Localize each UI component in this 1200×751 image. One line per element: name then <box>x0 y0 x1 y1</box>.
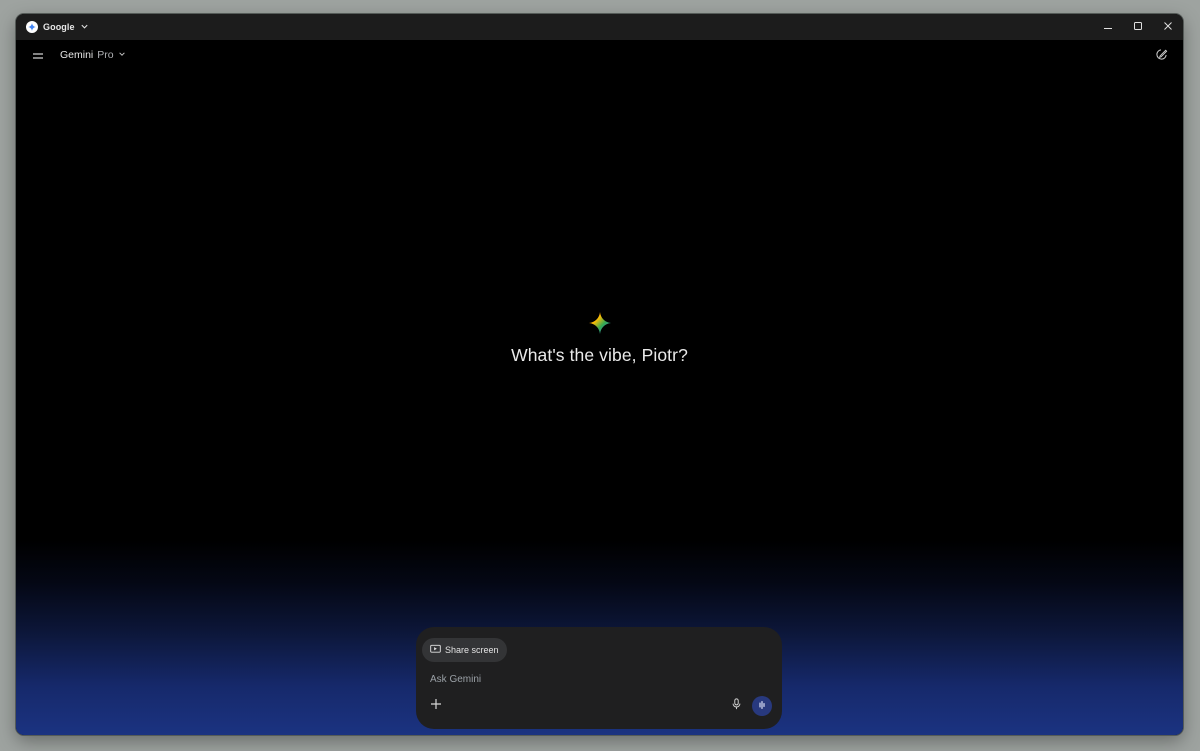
menu-icon <box>32 48 44 66</box>
prompt-composer: Share screen <box>416 627 782 729</box>
chevron-down-icon <box>80 18 89 36</box>
model-selector[interactable]: Gemini Pro <box>60 49 126 61</box>
minimize-button[interactable] <box>1093 14 1123 40</box>
app-name: Google <box>43 22 75 32</box>
chevron-down-icon <box>118 49 126 61</box>
gemini-spark-icon <box>588 312 611 339</box>
maximize-button[interactable] <box>1123 14 1153 40</box>
maximize-icon <box>1133 18 1143 36</box>
ask-input[interactable] <box>430 671 730 687</box>
share-screen-label: Share screen <box>445 645 499 655</box>
top-bar: Gemini Pro <box>16 40 1183 72</box>
window-controls <box>1093 14 1183 40</box>
main-content: Gemini Pro What's the vibe, Piotr? Share… <box>16 40 1183 735</box>
live-audio-icon <box>757 697 767 715</box>
edit-icon <box>1155 48 1168 66</box>
share-screen-button[interactable]: Share screen <box>422 638 507 662</box>
add-button[interactable] <box>428 698 444 714</box>
close-button[interactable] <box>1153 14 1183 40</box>
plus-icon <box>430 697 442 715</box>
microphone-button[interactable] <box>728 698 744 714</box>
title-bar: Google <box>16 14 1183 40</box>
new-chat-button[interactable] <box>1153 49 1169 65</box>
close-icon <box>1163 18 1173 36</box>
greeting-text: What's the vibe, Piotr? <box>511 345 688 365</box>
welcome-section: What's the vibe, Piotr? <box>16 312 1183 366</box>
menu-button[interactable] <box>30 49 46 65</box>
google-gemini-logo-icon <box>26 21 38 33</box>
model-name: Gemini <box>60 49 94 61</box>
minimize-icon <box>1103 18 1113 36</box>
app-window: Google Gemini Pro What's the vibe, Piotr… <box>16 14 1183 735</box>
screen-share-icon <box>430 644 441 656</box>
model-variant: Pro <box>97 49 114 61</box>
app-switcher[interactable]: Google <box>26 18 89 36</box>
microphone-icon <box>731 697 742 715</box>
live-button[interactable] <box>752 696 772 716</box>
